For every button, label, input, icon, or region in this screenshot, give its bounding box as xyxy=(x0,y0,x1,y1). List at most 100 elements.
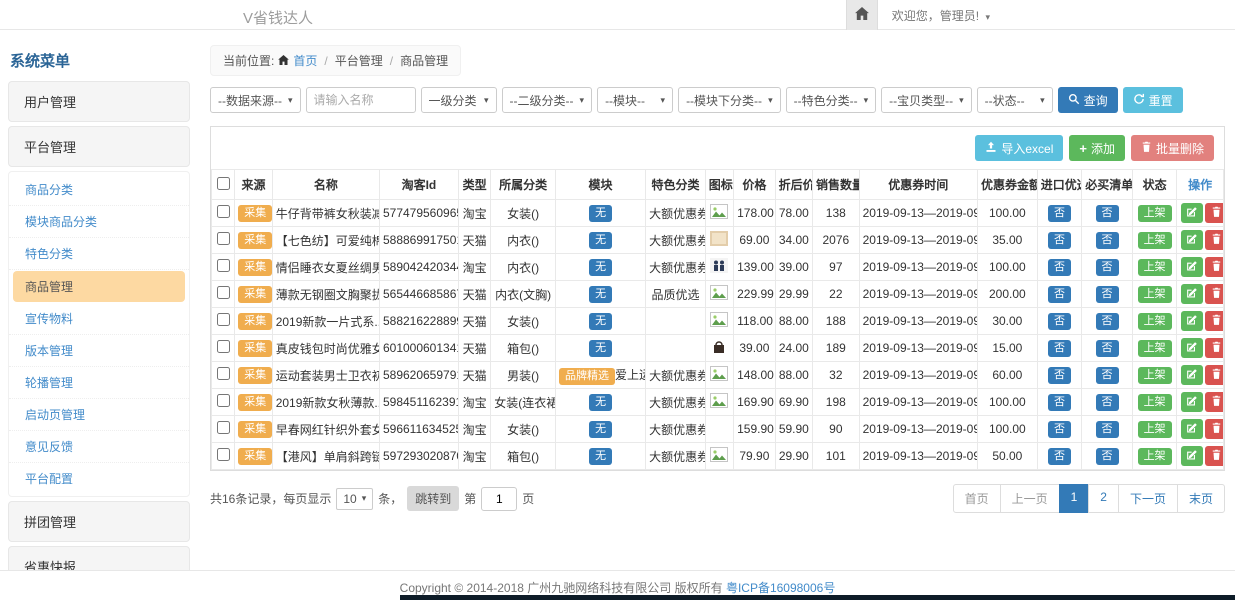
badge-上架[interactable]: 上架 xyxy=(1138,286,1172,303)
badge-上架[interactable]: 上架 xyxy=(1138,232,1172,249)
filter-select-6[interactable]: --特色分类--▾ xyxy=(786,87,877,113)
badge-否[interactable]: 否 xyxy=(1096,394,1119,411)
delete-button[interactable] xyxy=(1205,284,1223,304)
sidebar-group-2[interactable]: 拼团管理 xyxy=(8,501,190,542)
sidebar-item-1-7[interactable]: 启动页管理 xyxy=(9,399,189,431)
delete-button[interactable] xyxy=(1205,419,1223,439)
page-button-3[interactable]: 2 xyxy=(1088,484,1119,513)
badge-否[interactable]: 否 xyxy=(1048,259,1071,276)
badge-否[interactable]: 否 xyxy=(1048,448,1071,465)
icp-link[interactable]: 粤ICP备16098006号 xyxy=(726,581,835,595)
filter-select-8[interactable]: --状态--▾ xyxy=(977,87,1053,113)
filter-select-2[interactable]: 一级分类▾ xyxy=(421,87,497,113)
badge-上架[interactable]: 上架 xyxy=(1138,259,1172,276)
edit-button[interactable] xyxy=(1181,338,1203,358)
row-checkbox[interactable] xyxy=(217,232,230,245)
badge-否[interactable]: 否 xyxy=(1048,394,1071,411)
sidebar-item-1-4[interactable]: 宣传物料 xyxy=(9,303,189,335)
reset-button[interactable]: 重置 xyxy=(1123,87,1183,113)
badge-否[interactable]: 否 xyxy=(1096,313,1119,330)
home-button[interactable] xyxy=(846,0,878,30)
sidebar-item-1-5[interactable]: 版本管理 xyxy=(9,335,189,367)
sidebar-item-1-0[interactable]: 商品分类 xyxy=(9,174,189,206)
edit-button[interactable] xyxy=(1181,392,1203,412)
delete-button[interactable] xyxy=(1205,257,1223,277)
sidebar-item-1-9[interactable]: 平台配置 xyxy=(9,463,189,494)
delete-button[interactable] xyxy=(1205,203,1223,223)
sidebar-group-3[interactable]: 省惠快报 xyxy=(8,546,190,570)
delete-button[interactable] xyxy=(1205,230,1223,250)
badge-否[interactable]: 否 xyxy=(1048,367,1071,384)
sidebar-group-1[interactable]: 平台管理 xyxy=(8,126,190,167)
row-checkbox[interactable] xyxy=(217,394,230,407)
jump-to-button[interactable]: 跳转到 xyxy=(407,486,459,511)
breadcrumb-home-link[interactable]: 首页 xyxy=(293,52,317,69)
edit-button[interactable] xyxy=(1181,419,1203,439)
sidebar-item-1-8[interactable]: 意见反馈 xyxy=(9,431,189,463)
sidebar-item-1-6[interactable]: 轮播管理 xyxy=(9,367,189,399)
name-search-input[interactable] xyxy=(306,87,416,113)
edit-button[interactable] xyxy=(1181,230,1203,250)
row-checkbox[interactable] xyxy=(217,421,230,434)
delete-button[interactable] xyxy=(1205,338,1223,358)
search-button[interactable]: 查询 xyxy=(1058,87,1118,113)
row-checkbox[interactable] xyxy=(217,448,230,461)
filter-select-4[interactable]: --模块--▾ xyxy=(597,87,673,113)
badge-否[interactable]: 否 xyxy=(1096,367,1119,384)
delete-button[interactable] xyxy=(1205,365,1223,385)
edit-button[interactable] xyxy=(1181,446,1203,466)
delete-button[interactable] xyxy=(1205,446,1223,466)
row-checkbox[interactable] xyxy=(217,259,230,272)
delete-button[interactable] xyxy=(1205,392,1223,412)
add-button[interactable]: + 添加 xyxy=(1069,135,1125,161)
batch-delete-button[interactable]: 批量删除 xyxy=(1131,135,1214,161)
filter-select-3[interactable]: --二级分类--▾ xyxy=(502,87,593,113)
badge-否[interactable]: 否 xyxy=(1096,448,1119,465)
badge-上架[interactable]: 上架 xyxy=(1138,394,1172,411)
badge-否[interactable]: 否 xyxy=(1048,232,1071,249)
badge-否[interactable]: 否 xyxy=(1096,340,1119,357)
user-menu[interactable]: 欢迎您，管理员! ▾ xyxy=(892,7,990,24)
jump-page-input[interactable] xyxy=(481,487,517,511)
import-excel-button[interactable]: 导入excel xyxy=(975,135,1063,161)
badge-否[interactable]: 否 xyxy=(1096,205,1119,222)
badge-否[interactable]: 否 xyxy=(1048,205,1071,222)
edit-button[interactable] xyxy=(1181,257,1203,277)
filter-select-5[interactable]: --模块下分类--▾ xyxy=(678,87,781,113)
sidebar-item-1-2[interactable]: 特色分类 xyxy=(9,238,189,270)
page-button-5[interactable]: 末页 xyxy=(1177,484,1225,513)
filter-select-0[interactable]: --数据来源--▾ xyxy=(210,87,301,113)
badge-上架[interactable]: 上架 xyxy=(1138,340,1172,357)
row-checkbox[interactable] xyxy=(217,340,230,353)
edit-button[interactable] xyxy=(1181,203,1203,223)
select-all-checkbox[interactable] xyxy=(217,177,230,190)
page-button-2[interactable]: 1 xyxy=(1059,484,1090,513)
page-button-0[interactable]: 首页 xyxy=(953,484,1001,513)
sidebar-item-1-3[interactable]: 商品管理 xyxy=(13,271,185,302)
badge-上架[interactable]: 上架 xyxy=(1138,367,1172,384)
edit-button[interactable] xyxy=(1181,365,1203,385)
edit-button[interactable] xyxy=(1181,284,1203,304)
edit-button[interactable] xyxy=(1181,311,1203,331)
badge-上架[interactable]: 上架 xyxy=(1138,205,1172,222)
sidebar-group-0[interactable]: 用户管理 xyxy=(8,81,190,122)
row-checkbox[interactable] xyxy=(217,286,230,299)
per-page-select[interactable]: 10 ▾ xyxy=(336,488,373,510)
row-checkbox[interactable] xyxy=(217,313,230,326)
row-checkbox[interactable] xyxy=(217,205,230,218)
badge-否[interactable]: 否 xyxy=(1048,286,1071,303)
row-checkbox[interactable] xyxy=(217,367,230,380)
badge-否[interactable]: 否 xyxy=(1048,340,1071,357)
page-button-1[interactable]: 上一页 xyxy=(1000,484,1060,513)
badge-上架[interactable]: 上架 xyxy=(1138,448,1172,465)
badge-否[interactable]: 否 xyxy=(1048,313,1071,330)
badge-上架[interactable]: 上架 xyxy=(1138,313,1172,330)
badge-否[interactable]: 否 xyxy=(1096,259,1119,276)
badge-否[interactable]: 否 xyxy=(1096,421,1119,438)
badge-否[interactable]: 否 xyxy=(1096,232,1119,249)
badge-上架[interactable]: 上架 xyxy=(1138,421,1172,438)
page-button-4[interactable]: 下一页 xyxy=(1118,484,1178,513)
badge-否[interactable]: 否 xyxy=(1048,421,1071,438)
filter-select-7[interactable]: --宝贝类型--▾ xyxy=(881,87,972,113)
delete-button[interactable] xyxy=(1205,311,1223,331)
